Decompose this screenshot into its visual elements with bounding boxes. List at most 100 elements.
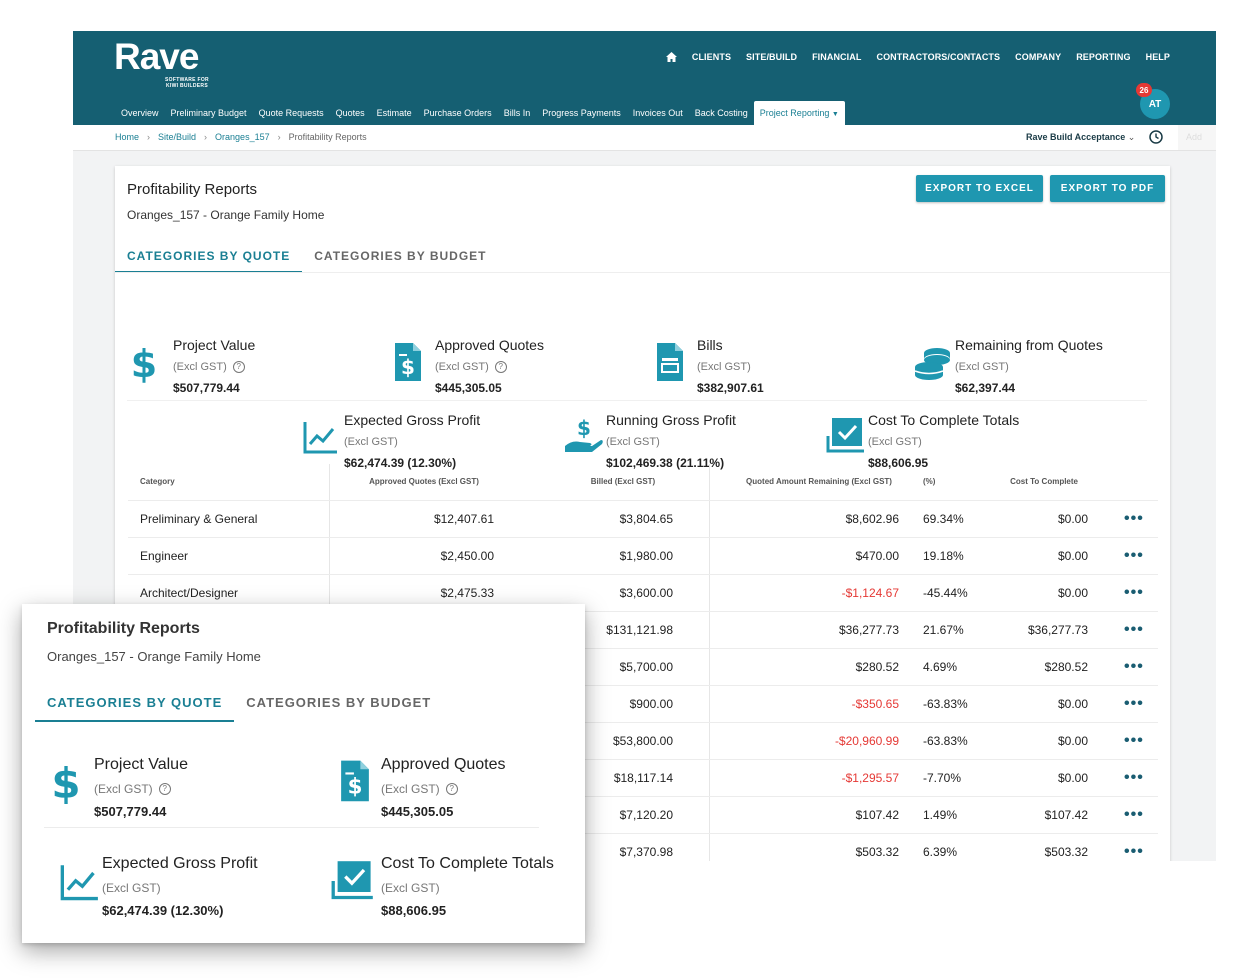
chevron-right-icon: › [147,132,151,142]
subnav-progress-payments[interactable]: Progress Payments [536,101,627,125]
subnav-bills-in[interactable]: Bills In [498,101,537,125]
tab-categories-by-budget[interactable]: CATEGORIES BY BUDGET [302,241,498,271]
row-cost-to-complete: $0.00 [1057,512,1088,526]
row-percent: -45.44% [923,586,968,600]
stat-label: Expected Gross Profit [344,412,481,428]
help-icon[interactable]: ? [445,783,458,795]
add-tab[interactable]: Add [1178,125,1216,150]
subnav-preliminary-budget[interactable]: Preliminary Budget [165,101,253,125]
excl-text: (Excl GST) [606,436,660,448]
stat-excl: (Excl GST) [606,436,736,448]
nav-contractors-contacts[interactable]: CONTRACTORS/CONTACTS [876,52,1000,62]
stat-value: $445,305.05 [381,804,454,819]
nav-clients[interactable]: CLIENTS [692,52,731,62]
more-actions-icon[interactable]: ••• [1124,612,1144,648]
header-approved[interactable]: Approved Quotes (Excl GST) [329,464,519,500]
stat-value: $445,305.05 [435,381,502,395]
subnav-quote-requests[interactable]: Quote Requests [253,101,330,125]
excl-text: (Excl GST) [955,361,1009,373]
nav-site-build[interactable]: SITE/BUILD [746,52,797,62]
header-category[interactable]: Category [140,464,175,500]
stat-value: $507,779.44 [94,804,167,819]
more-actions-icon[interactable]: ••• [1124,760,1144,796]
stat-excl: (Excl GST)? [435,361,544,373]
stat-excl: (Excl GST) [102,881,258,895]
row-cost-to-complete: $36,277.73 [1027,623,1088,637]
row-percent: -63.83% [923,734,968,748]
header-remaining[interactable]: Quoted Amount Remaining (Excl GST) [709,464,929,500]
subnav-back-costing[interactable]: Back Costing [689,101,754,125]
header-cost-to-complete[interactable]: Cost To Complete [998,464,1078,500]
row-remaining: $8,602.96 [845,512,899,526]
subnav-invoices-out[interactable]: Invoices Out [627,101,689,125]
row-cost-to-complete: $0.00 [1057,771,1088,785]
subnav-quotes[interactable]: Quotes [330,101,371,125]
stat-excl: (Excl GST) [955,361,1103,373]
row-percent: 4.69% [923,660,958,674]
export-excel-button[interactable]: EXPORT TO EXCEL [916,175,1043,202]
row-remaining: $36,277.73 [838,623,899,637]
excl-text: (Excl GST) [94,782,153,796]
breadcrumb-home[interactable]: Home [115,125,139,150]
nav-financial[interactable]: FINANCIAL [812,52,861,62]
row-remaining: $107.42 [855,808,899,822]
stat-label: Remaining from Quotes [955,337,1103,353]
zoom-tab-categories-by-budget[interactable]: CATEGORIES BY BUDGET [234,686,443,720]
row-percent: 1.49% [923,808,958,822]
table-row[interactable]: Engineer $2,450.00 $1,980.00 $470.00 19.18% $… [128,538,1158,575]
more-actions-icon[interactable]: ••• [1124,686,1144,722]
stat-excl: (Excl GST)? [381,782,506,796]
checkbox-icon [331,861,373,900]
stat-excl: (Excl GST)? [173,361,255,373]
dollar-icon: $ [131,343,157,385]
zoom-stats-divider [44,827,539,828]
clock-icon[interactable] [1149,130,1163,144]
excl-text: (Excl GST) [381,782,440,796]
row-category: Engineer [140,549,189,563]
help-icon[interactable]: ? [232,361,245,373]
more-actions-icon[interactable]: ••• [1124,538,1144,574]
more-actions-icon[interactable]: ••• [1124,723,1144,759]
more-actions-icon[interactable]: ••• [1124,797,1144,833]
row-category: Preliminary & General [140,512,258,526]
nav-reporting[interactable]: REPORTING [1076,52,1130,62]
logo[interactable]: Rave SOFTWARE FOR KIWI BUILDERS [114,37,210,90]
page-subtitle: Oranges_157 - Orange Family Home [127,208,325,222]
svg-text:$: $ [52,760,80,806]
bill-icon [657,343,683,381]
chevron-right-icon: › [277,132,281,142]
company-selector[interactable]: Rave Build Acceptance ⌄ [1026,125,1135,150]
stats-divider [127,400,1147,401]
header-percent[interactable]: (%) [923,464,935,500]
stat-value: $88,606.95 [381,903,447,918]
excl-text: (Excl GST) [868,436,922,448]
table-row[interactable]: Preliminary & General $12,407.61 $3,804.65… [128,501,1158,538]
row-remaining: -$1,295.57 [841,771,899,785]
subnav-overview[interactable]: Overview [115,101,165,125]
stat-label: Expected Gross Profit [102,855,258,872]
breadcrumb-site-build[interactable]: Site/Build [158,125,196,150]
stat-label: Cost To Complete Totals [868,412,1020,428]
help-icon[interactable]: ? [158,783,171,795]
tab-categories-by-quote[interactable]: CATEGORIES BY QUOTE [115,241,303,273]
header-billed[interactable]: Billed (Excl GST) [528,464,718,500]
row-percent: 69.34% [923,512,964,526]
more-actions-icon[interactable]: ••• [1124,501,1144,537]
more-actions-icon[interactable]: ••• [1124,834,1144,861]
subnav-project-reporting[interactable]: Project Reporting ▼ [753,101,845,125]
home-icon[interactable] [665,52,677,62]
nav-help[interactable]: HELP [1146,52,1170,62]
help-icon[interactable]: ? [494,361,507,373]
more-actions-icon[interactable]: ••• [1124,649,1144,685]
zoom-tab-categories-by-quote[interactable]: CATEGORIES BY QUOTE [35,686,235,722]
subnav-purchase-orders[interactable]: Purchase Orders [418,101,498,125]
export-pdf-button[interactable]: EXPORT TO PDF [1050,175,1165,202]
row-cost-to-complete: $0.00 [1057,697,1088,711]
row-cost-to-complete: $503.32 [1044,845,1088,859]
breadcrumb-job[interactable]: Oranges_157 [215,125,270,150]
more-actions-icon[interactable]: ••• [1124,575,1144,611]
subnav-estimate[interactable]: Estimate [371,101,418,125]
nav-company[interactable]: COMPANY [1015,52,1061,62]
row-approved: $12,407.61 [433,512,494,526]
row-cost-to-complete: $107.42 [1044,808,1088,822]
